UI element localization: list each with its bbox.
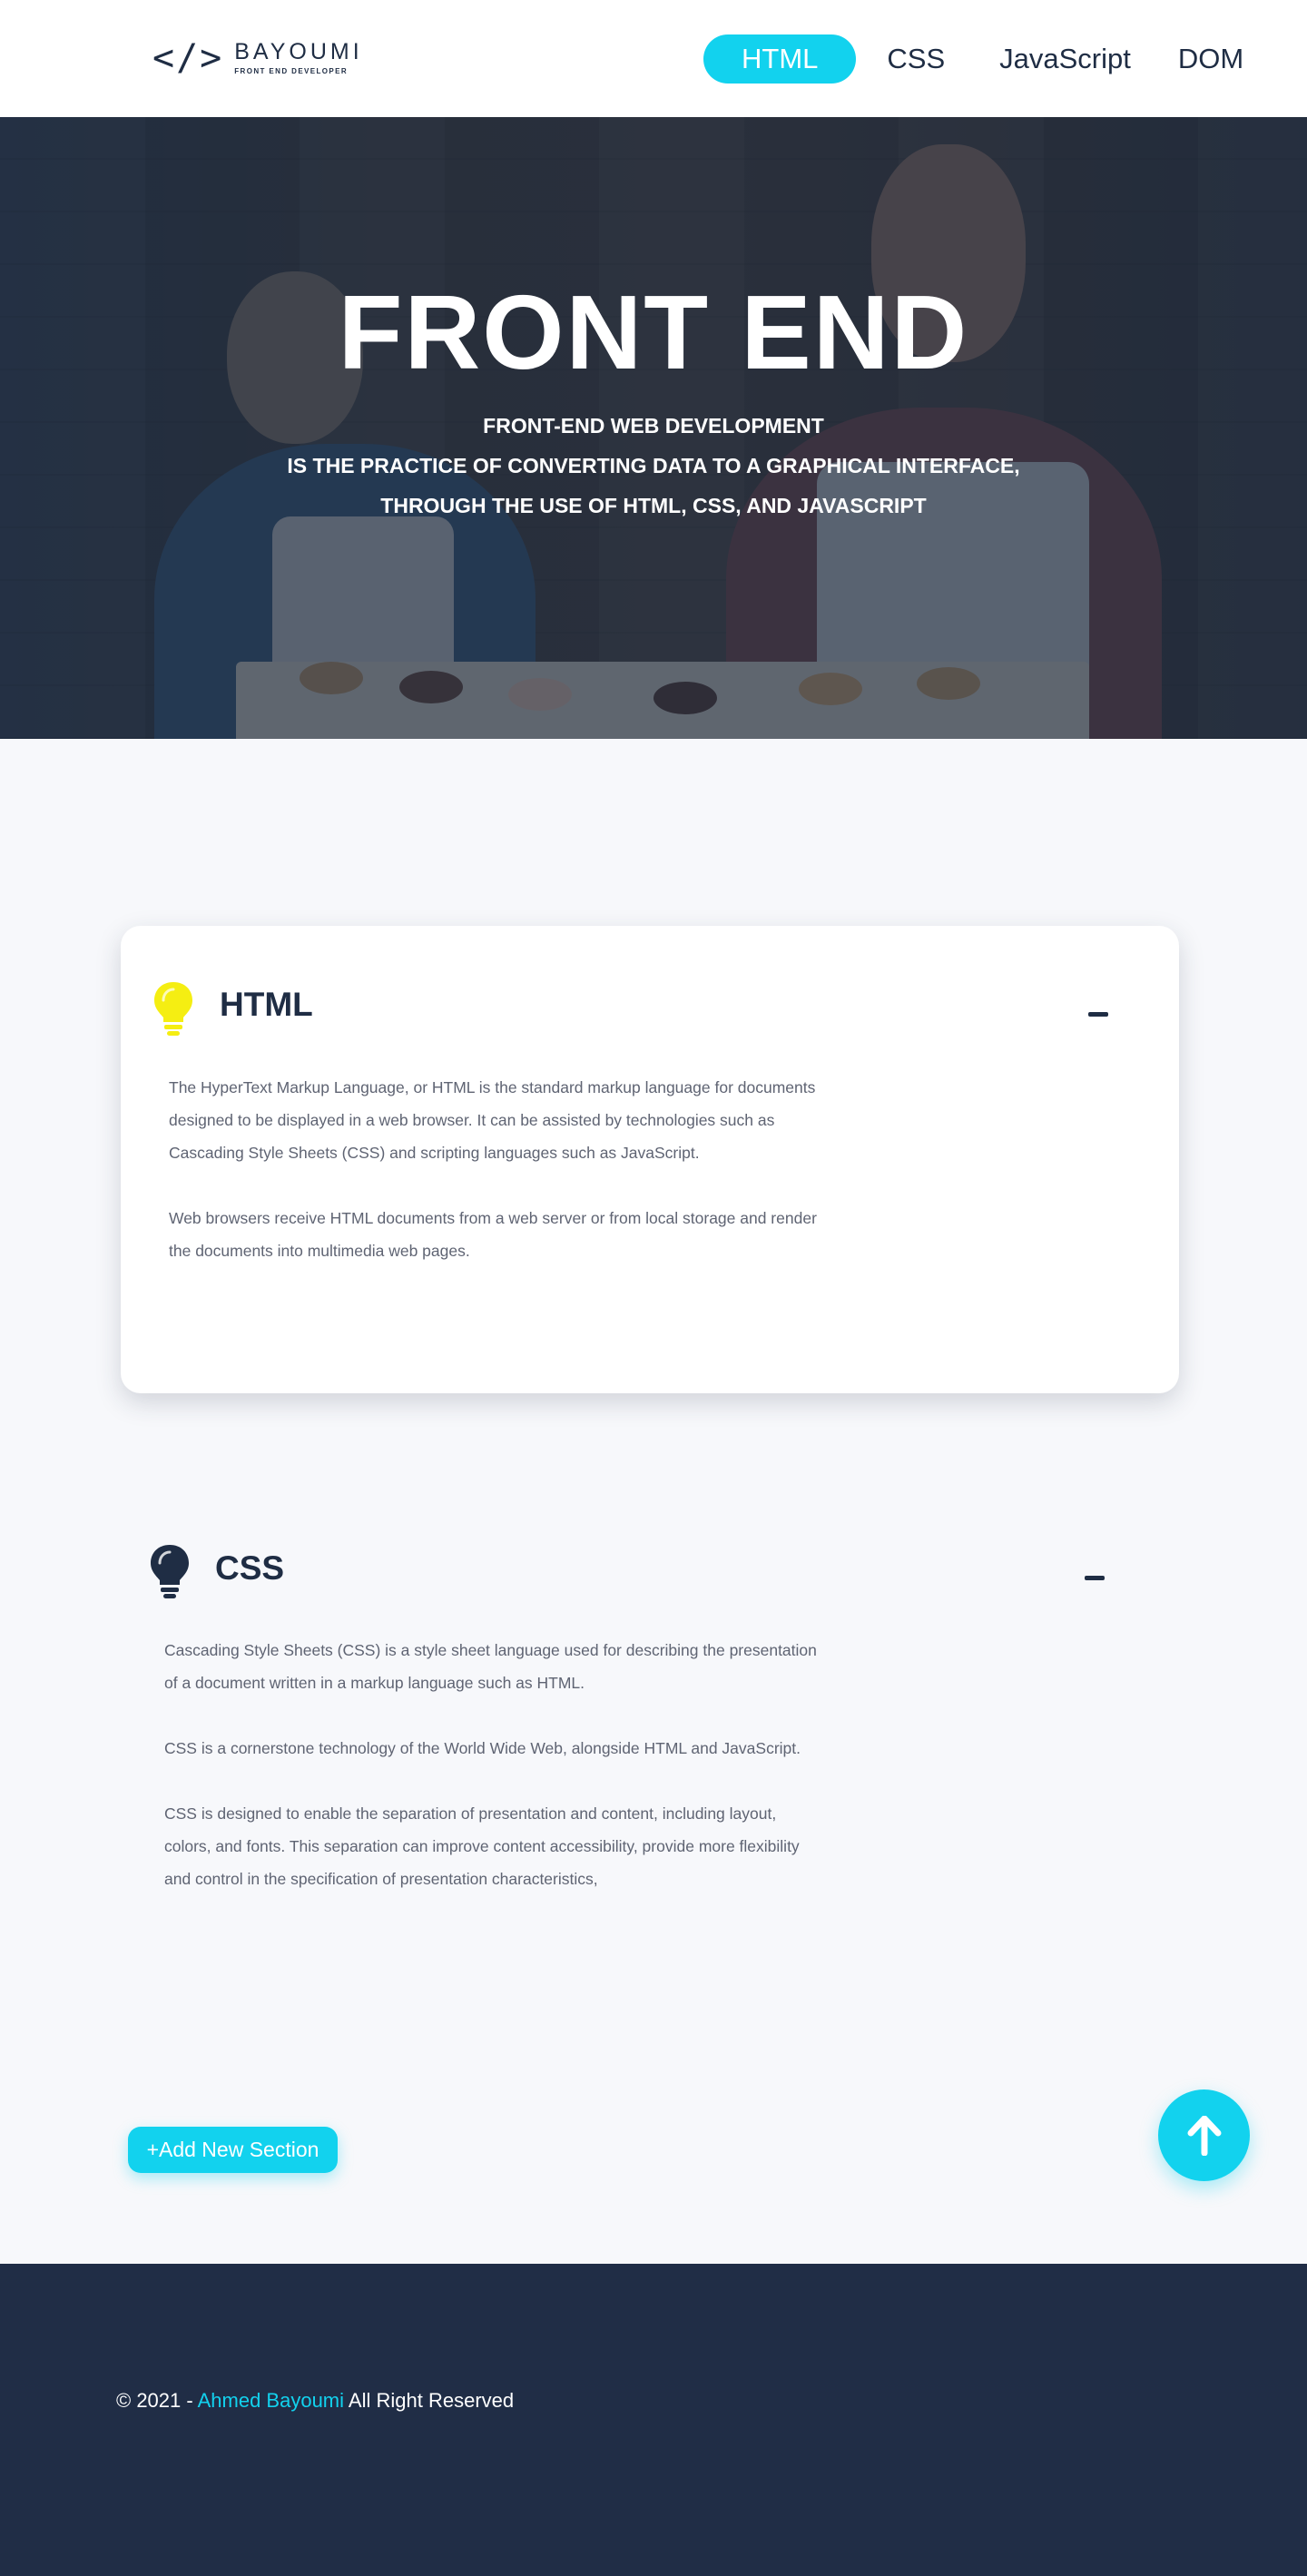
nav-item-javascript[interactable]: JavaScript bbox=[978, 34, 1153, 84]
section-content: Cascading Style Sheets (CSS) is a style … bbox=[164, 1634, 818, 1928]
section-paragraph: The HyperText Markup Language, or HTML i… bbox=[169, 1078, 816, 1162]
section-html: HTML The HyperText Markup Language, or H… bbox=[121, 926, 1179, 1393]
section-paragraph: CSS is designed to enable the separation… bbox=[164, 1804, 800, 1888]
code-brackets-icon: </> bbox=[152, 37, 224, 79]
nav-item-dom[interactable]: DOM bbox=[1156, 34, 1265, 84]
logo-name: BAYOUMI bbox=[234, 39, 363, 64]
section-paragraph: Cascading Style Sheets (CSS) is a style … bbox=[164, 1641, 817, 1692]
arrow-up-icon bbox=[1187, 2115, 1221, 2156]
nav-item-html[interactable]: HTML bbox=[703, 34, 857, 84]
hero-subtitle-line: IS THE PRACTICE OF CONVERTING DATA TO A … bbox=[287, 454, 1020, 477]
author-link[interactable]: Ahmed Bayoumi bbox=[198, 2389, 344, 2412]
section-css: CSS Cascading Style Sheets (CSS) is a st… bbox=[121, 1489, 1179, 1979]
hero-subtitle-line: FRONT-END WEB DEVELOPMENT bbox=[483, 414, 824, 438]
add-section-button[interactable]: +Add New Section bbox=[128, 2127, 338, 2173]
nav-item-css[interactable]: CSS bbox=[865, 34, 967, 84]
main-nav: HTML CSS JavaScript DOM bbox=[703, 34, 1265, 84]
copyright-text: © 2021 - Ahmed Bayoumi All Right Reserve… bbox=[116, 2389, 514, 2413]
collapse-toggle-button[interactable] bbox=[1085, 1576, 1105, 1580]
scroll-to-top-button[interactable] bbox=[1158, 2089, 1250, 2181]
collapse-toggle-button[interactable] bbox=[1088, 1012, 1108, 1017]
lightbulb-icon bbox=[151, 1545, 189, 1598]
site-footer: © 2021 - Ahmed Bayoumi All Right Reserve… bbox=[0, 2264, 1307, 2576]
section-paragraph: Web browsers receive HTML documents from… bbox=[169, 1209, 817, 1260]
hero-banner: FRONT END FRONT-END WEB DEVELOPMENT IS T… bbox=[0, 117, 1307, 739]
logo-subtitle: FRONT END DEVELOPER bbox=[234, 67, 349, 75]
section-content: The HyperText Markup Language, or HTML i… bbox=[169, 1071, 822, 1300]
site-logo[interactable]: </> BAYOUMI FRONT END DEVELOPER bbox=[152, 36, 363, 80]
section-title: HTML bbox=[220, 986, 313, 1023]
copyright-suffix: All Right Reserved bbox=[344, 2389, 515, 2412]
section-title: CSS bbox=[215, 1549, 285, 1587]
hero-subtitle-line: THROUGH THE USE OF HTML, CSS, AND JAVASC… bbox=[380, 494, 927, 517]
section-paragraph: CSS is a cornerstone technology of the W… bbox=[164, 1739, 801, 1757]
logo-text: BAYOUMI FRONT END DEVELOPER bbox=[234, 39, 363, 76]
lightbulb-icon bbox=[154, 982, 192, 1036]
site-header: </> BAYOUMI FRONT END DEVELOPER HTML CSS… bbox=[0, 0, 1307, 117]
hero-subtitle: FRONT-END WEB DEVELOPMENT IS THE PRACTIC… bbox=[0, 406, 1307, 526]
hero-title: FRONT END bbox=[338, 273, 969, 391]
copyright-prefix: © 2021 - bbox=[116, 2389, 198, 2412]
